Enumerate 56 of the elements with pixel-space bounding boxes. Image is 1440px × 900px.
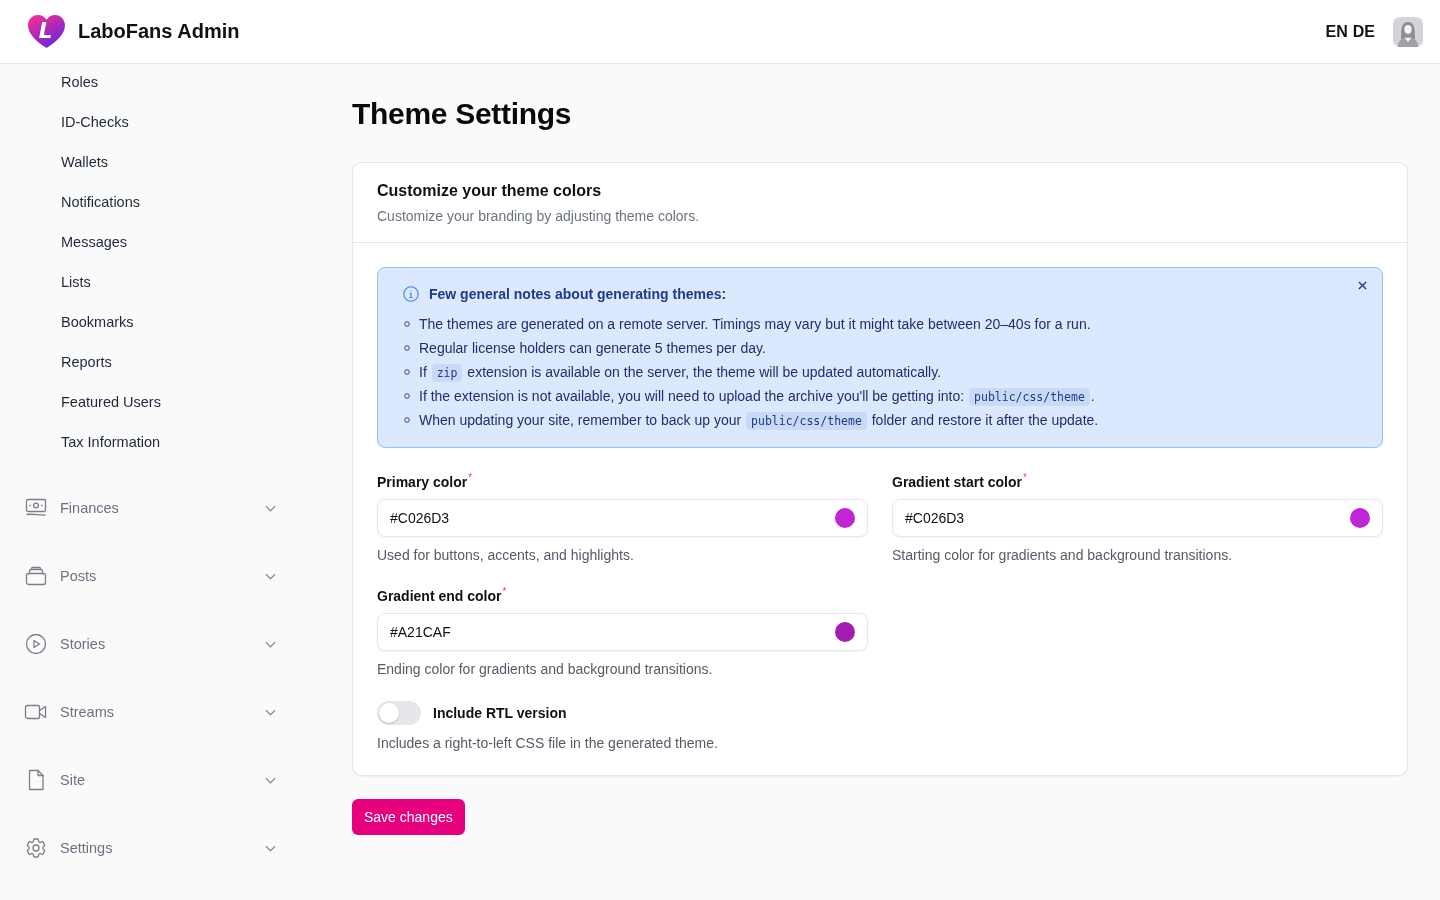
toggle-switch[interactable] xyxy=(377,701,421,725)
note-text: When updating your site, remember to back up your public/css/theme folder and restore it after the update. xyxy=(419,410,1099,431)
bullet-icon xyxy=(404,417,410,423)
sidebar-group[interactable]: Settings xyxy=(24,814,284,882)
sidebar-item[interactable]: Lists xyxy=(61,262,91,302)
toggle-label: Include RTL version xyxy=(433,705,567,721)
sidebar-item[interactable]: Tax Information xyxy=(61,422,161,462)
app-title: LaboFans Admin xyxy=(78,20,240,43)
play-circle-icon xyxy=(24,632,48,656)
field-help: Ending color for gradients and background transitions. xyxy=(377,660,714,679)
language-link[interactable]: DE xyxy=(1352,22,1375,41)
info-icon xyxy=(403,286,419,302)
sidebar-group[interactable]: Posts xyxy=(24,542,284,610)
note-text: Regular license holders can generate 5 themes per day. xyxy=(419,339,766,358)
stacked-cards-icon xyxy=(24,564,48,588)
sidebar-item[interactable]: Notifications xyxy=(61,182,140,222)
card-subtitle: Customize your branding by adjusting theme colors. xyxy=(377,207,701,226)
bullet-icon xyxy=(404,321,410,327)
bullet-icon xyxy=(404,393,410,399)
settings-icon xyxy=(24,836,48,860)
avatar-icon[interactable] xyxy=(1393,16,1423,47)
field-help: Starting color for gradients and background transitions. xyxy=(892,546,1234,565)
page-title: Theme Settings xyxy=(352,96,573,132)
sidebar-item[interactable]: Wallets xyxy=(61,142,108,182)
sidebar-item[interactable]: Featured Users xyxy=(61,382,161,422)
color-input[interactable]: #A21CAF xyxy=(377,613,868,651)
sidebar-item[interactable]: Roles xyxy=(61,62,99,102)
color-swatch-icon[interactable] xyxy=(835,622,855,642)
field-help: Used for buttons, accents, and highlights. xyxy=(377,546,635,565)
close-icon[interactable] xyxy=(1358,281,1367,290)
bullet-icon xyxy=(404,345,410,351)
sidebar-item[interactable]: ID-Checks xyxy=(61,102,129,142)
sidebar-item[interactable]: Reports xyxy=(61,342,112,382)
sidebar-group[interactable]: Streams xyxy=(24,678,284,746)
note-text: If zip extension is available on the server, the theme will be updated automatically. xyxy=(419,362,942,383)
color-swatch-icon[interactable] xyxy=(1350,508,1370,528)
sidebar-group[interactable]: Site xyxy=(24,746,284,814)
color-input[interactable]: #C026D3 xyxy=(377,499,868,537)
sidebar-group[interactable]: Finances xyxy=(24,474,284,542)
logo: L xyxy=(27,14,66,49)
field-label: Primary color$^{*}$ xyxy=(377,473,473,491)
color-input[interactable]: #C026D3 xyxy=(892,499,1383,537)
sidebar-group[interactable]: Stories xyxy=(24,610,284,678)
field-label: Gradient start color$^{*}$ xyxy=(892,473,1027,491)
field-label: Gradient end color$^{*}$ xyxy=(377,587,507,605)
bullet-icon xyxy=(404,369,410,375)
sidebar-item[interactable]: Messages xyxy=(61,222,128,262)
toggle-help: Includes a right-to-left CSS file in the generated theme. xyxy=(377,734,719,753)
note-text: If the extension is not available, you will need to upload the archive you'll be getting into: public/css/theme . xyxy=(419,386,1095,407)
save-button[interactable]: Save changes xyxy=(352,799,465,835)
color-swatch-icon[interactable] xyxy=(835,508,855,528)
alert-title: Few general notes about generating themes: xyxy=(429,285,727,304)
card-title: Customize your theme colors xyxy=(377,181,603,201)
sidebar-item[interactable]: Bookmarks xyxy=(61,302,134,342)
language-link[interactable]: EN xyxy=(1325,22,1348,41)
note-text: The themes are generated on a remote server. Timings may vary but it might take between 20–40s for a run. xyxy=(419,315,1091,334)
